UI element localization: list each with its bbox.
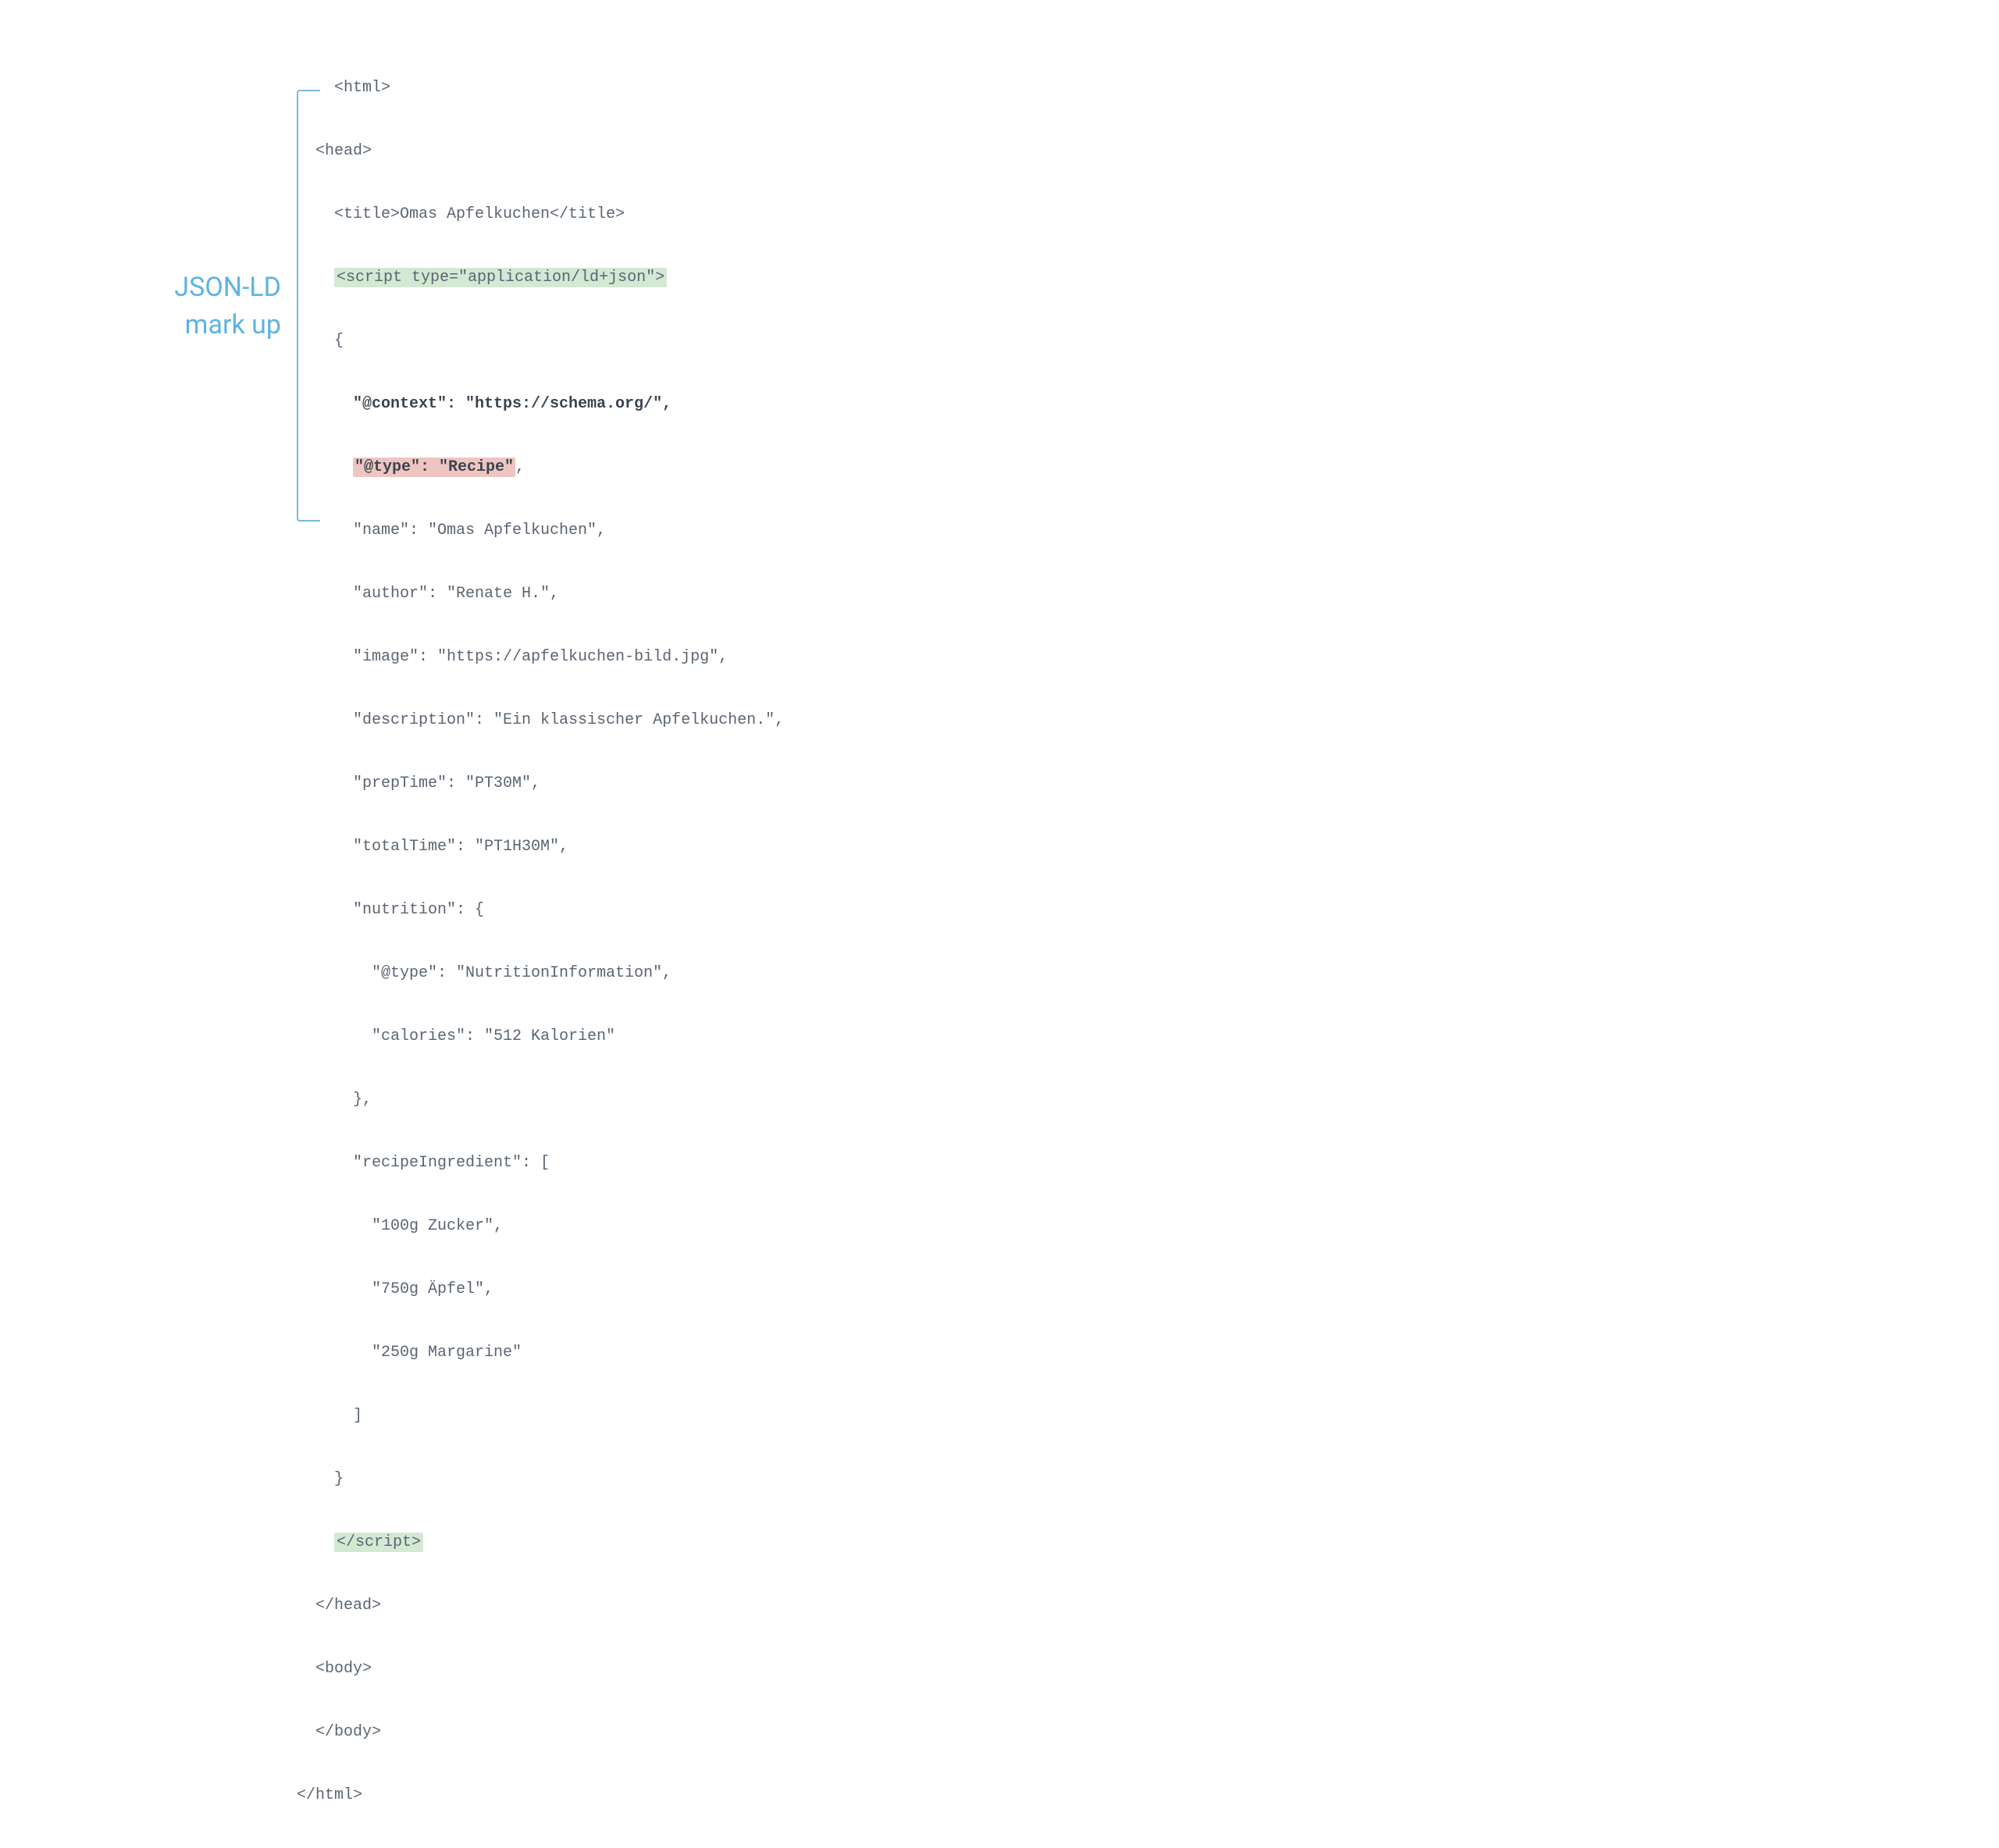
type-recipe: "@type": "Recipe" xyxy=(353,458,515,477)
code-line: <title>Omas Apfelkuchen</title> xyxy=(297,204,784,225)
code-line: { xyxy=(297,330,784,351)
code-line: "image": "https://apfelkuchen-bild.jpg", xyxy=(297,646,784,668)
annotation-label-area: JSON-LD mark up xyxy=(0,35,297,344)
code-line: "description": "Ein klassischer Apfelkuc… xyxy=(297,710,784,731)
code-line: "prepTime": "PT30M", xyxy=(297,773,784,794)
code-line: "@type": "Recipe", xyxy=(297,457,784,478)
script-tag: <script xyxy=(337,269,402,287)
code-line: "750g Äpfel", xyxy=(297,1279,784,1300)
script-close-tag: </script> xyxy=(334,1533,423,1552)
code-line: "author": "Renate H.", xyxy=(297,583,784,604)
code-line: </script> xyxy=(297,1532,784,1553)
code-line: "recipeIngredient": [ xyxy=(297,1152,784,1173)
code-line: </body> xyxy=(297,1722,784,1743)
tag-close: </title> xyxy=(550,205,625,223)
tag-open: <title> xyxy=(334,205,400,223)
code-line: }, xyxy=(297,1089,784,1110)
label-line-2: mark up xyxy=(185,309,281,340)
code-line: </head> xyxy=(297,1595,784,1616)
code-line: </html> xyxy=(297,1785,784,1806)
bracket-annotation xyxy=(297,90,320,522)
script-open-tag: <script type="application/ld+json"> xyxy=(334,268,667,287)
script-type-attr: type="application/ld+json"> xyxy=(402,269,665,287)
code-line: "totalTime": "PT1H30M", xyxy=(297,836,784,857)
label-line-1: JSON-LD xyxy=(174,272,281,303)
code-line: "250g Margarine" xyxy=(297,1342,784,1363)
code-line: } xyxy=(297,1469,784,1490)
code-line-context: "@context": "https://schema.org/", xyxy=(297,393,784,415)
code-line: "@type": "NutritionInformation", xyxy=(297,963,784,984)
code-line: "name": "Omas Apfelkuchen", xyxy=(297,520,784,541)
code-line: ] xyxy=(297,1405,784,1426)
code-line: <script type="application/ld+json"> xyxy=(297,267,784,288)
annotation-label: JSON-LD mark up xyxy=(0,269,281,344)
code-example-container: JSON-LD mark up <html> <head> <title>Oma… xyxy=(0,35,1999,1848)
code-block: <html> <head> <title>Omas Apfelkuchen</t… xyxy=(297,35,784,1848)
title-text: Omas Apfelkuchen xyxy=(400,205,550,223)
comma: , xyxy=(515,458,525,476)
code-line: "nutrition": { xyxy=(297,899,784,920)
code-line: "100g Zucker", xyxy=(297,1216,784,1237)
code-line: <body> xyxy=(297,1658,784,1679)
code-line: <head> xyxy=(297,141,784,162)
code-line: <html> xyxy=(297,77,784,98)
code-line: "calories": "512 Kalorien" xyxy=(297,1026,784,1047)
